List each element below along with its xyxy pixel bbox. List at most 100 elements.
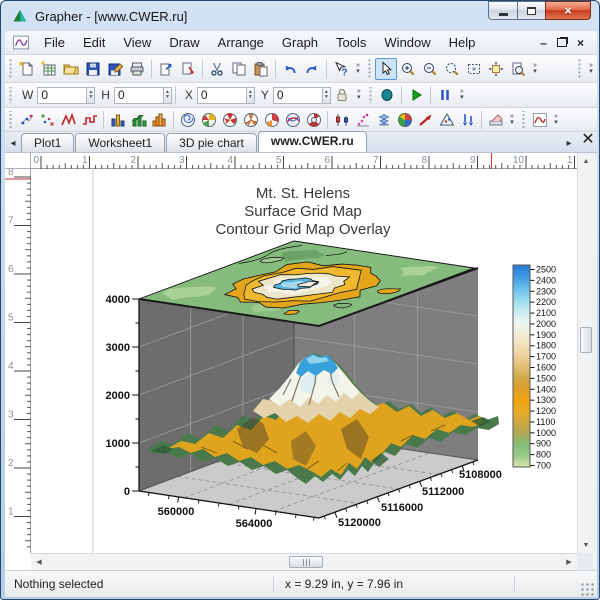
tab-3d-pie-chart[interactable]: 3D pie chart [166,133,257,152]
dot-plot-button[interactable] [352,109,373,130]
toolbar-grip[interactable] [521,111,526,127]
menu-draw[interactable]: Draw [160,32,208,53]
eraser-button[interactable] [485,109,506,130]
menu-view[interactable]: View [114,32,160,53]
zoom-page-button[interactable] [507,58,529,80]
vertical-scrollbar[interactable]: ▲ ▼ [577,153,593,553]
polar-plot-button[interactable] [198,109,219,130]
step-plot-button[interactable] [79,109,100,130]
whats-this-button[interactable]: ? [330,58,352,80]
mdi-restore-button[interactable] [557,38,567,47]
drawing-canvas[interactable]: Mt. St. Helens Surface Grid Map Contour … [31,169,577,553]
menu-edit[interactable]: Edit [74,32,114,53]
histogram-button[interactable] [149,109,170,130]
menu-help[interactable]: Help [440,32,485,53]
prop-x-stepper[interactable]: ▲▼ [247,87,255,104]
print-button[interactable] [126,58,148,80]
polar-clock-button[interactable] [261,109,282,130]
document-chart-icon[interactable] [11,34,31,51]
menu-graph[interactable]: Graph [273,32,327,53]
prop-w-input[interactable] [37,87,87,104]
vector-plot-button[interactable] [415,109,436,130]
maximize-button[interactable] [517,1,545,20]
scroll-down-icon[interactable]: ▼ [578,537,594,553]
polar-function-button[interactable] [282,109,303,130]
menu-arrange[interactable]: Arrange [209,32,273,53]
menu-tools[interactable]: Tools [327,32,375,53]
line-plot-button[interactable] [58,109,79,130]
play-button[interactable] [405,84,427,106]
toolbar-overflow-button[interactable]: »▾ [456,84,468,106]
toolbar-grip[interactable] [577,59,582,78]
close-button[interactable]: × [545,1,591,20]
toolbar-grip[interactable] [8,111,13,127]
mdi-close-button[interactable]: × [572,36,589,50]
toolbar-overflow-button[interactable]: »▾ [585,58,597,80]
zoom-rect-button[interactable] [463,58,485,80]
scroll-left-icon[interactable]: ◀ [31,554,47,570]
new-button[interactable] [16,58,38,80]
horizontal-scrollbar[interactable]: ◀ ▶ [31,553,577,570]
box-whisker-button[interactable] [331,109,352,130]
prop-y-stepper[interactable]: ▲▼ [323,87,331,104]
function-plot-button[interactable] [37,109,58,130]
tab-worksheet1[interactable]: Worksheet1 [75,133,165,152]
prop-y-input[interactable] [273,87,323,104]
line-graph-button[interactable] [529,109,550,130]
toolbar-overflow-button[interactable]: »▾ [550,109,562,131]
redo-button[interactable] [301,58,323,80]
lock-button[interactable] [331,84,353,106]
toolbar-grip[interactable] [367,59,372,78]
rose-plot-button[interactable] [219,109,240,130]
tab-scroll-right-button[interactable]: ▸ [561,138,577,152]
resize-grip[interactable] [581,583,595,597]
bar-3d-button[interactable] [128,109,149,130]
export-button[interactable] [155,58,177,80]
tab-plot1[interactable]: Plot1 [21,133,74,152]
undo-button[interactable] [279,58,301,80]
tab-close-button[interactable]: ✕ [579,129,597,152]
toolbar-grip[interactable] [8,87,13,104]
prop-w-stepper[interactable]: ▲▼ [87,87,95,104]
stiff-plot-button[interactable] [373,109,394,130]
minimize-button[interactable] [488,1,517,20]
import-button[interactable] [177,58,199,80]
save-button[interactable] [82,58,104,80]
polar-spiral-button[interactable] [177,109,198,130]
toolbar-overflow-button[interactable]: »▾ [506,109,518,131]
scroll-up-icon[interactable]: ▲ [578,153,594,169]
bar-chart-button[interactable] [107,109,128,130]
horizontal-scroll-thumb[interactable] [289,556,323,568]
pointer-button[interactable] [375,58,397,80]
tab-scroll-left-button[interactable]: ◂ [5,138,21,152]
fit-page-button[interactable] [485,58,507,80]
toolbar-overflow-button[interactable]: »▾ [529,58,541,80]
zoom-in-button[interactable] [397,58,419,80]
ternary-plot-button[interactable] [436,109,457,130]
scroll-right-icon[interactable]: ▶ [561,554,577,570]
copy-button[interactable] [228,58,250,80]
wind-rose-button[interactable] [240,109,261,130]
mdi-minimize-button[interactable]: – [535,36,552,50]
vertical-scroll-thumb[interactable] [580,327,592,353]
toolbar-overflow-button[interactable]: »▾ [353,84,365,106]
zoom-window-button[interactable] [441,58,463,80]
menu-window[interactable]: Window [375,32,439,53]
toolbar-overflow-button[interactable]: »▾ [352,58,364,80]
toolbar-grip[interactable] [368,87,373,104]
prop-x-input[interactable] [197,87,247,104]
pie-chart-button[interactable] [394,109,415,130]
save-as-button[interactable] [104,58,126,80]
scatter-button[interactable] [16,109,37,130]
prop-h-input[interactable] [114,87,164,104]
record-button[interactable] [376,84,398,106]
toolbar-grip[interactable] [8,59,13,78]
paste-button[interactable] [250,58,272,80]
tab-www-cwer-ru[interactable]: www.CWER.ru [258,131,367,152]
new-worksheet-button[interactable] [38,58,60,80]
open-button[interactable] [60,58,82,80]
polar-bar-button[interactable] [303,109,324,130]
pause-button[interactable] [434,84,456,106]
menu-file[interactable]: File [35,32,74,53]
cut-button[interactable] [206,58,228,80]
